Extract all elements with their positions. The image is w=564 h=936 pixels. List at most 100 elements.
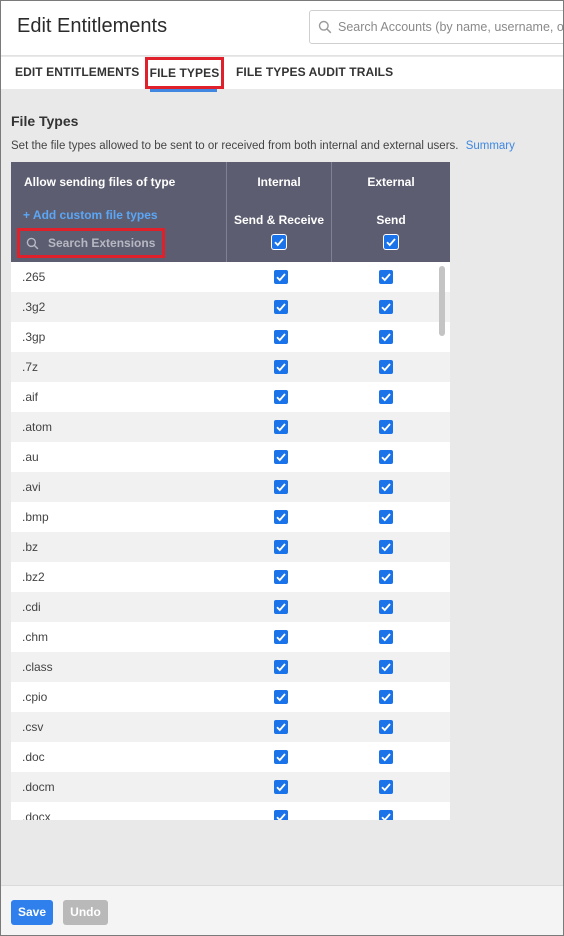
external-select-all-checkbox[interactable] bbox=[384, 235, 398, 249]
search-icon bbox=[318, 20, 332, 34]
table-row: .aif bbox=[11, 382, 450, 412]
search-icon bbox=[26, 237, 39, 249]
file-extension-label: .bz bbox=[22, 540, 39, 554]
internal-column-title: Internal bbox=[257, 175, 301, 189]
table-row: .class bbox=[11, 652, 450, 682]
external-send-checkbox[interactable] bbox=[379, 600, 393, 614]
save-button[interactable]: Save bbox=[11, 900, 53, 925]
file-extension-label: .cpio bbox=[22, 690, 48, 704]
internal-send-receive-checkbox[interactable] bbox=[274, 270, 288, 284]
table-header: Allow sending files of type + Add custom… bbox=[11, 162, 450, 262]
tab-file-types-audit-trails[interactable]: FILE TYPES AUDIT TRAILS bbox=[236, 57, 393, 89]
file-extension-label: .docm bbox=[22, 780, 55, 794]
external-send-checkbox[interactable] bbox=[379, 450, 393, 464]
internal-select-all-checkbox[interactable] bbox=[272, 235, 286, 249]
table-scrollbar[interactable] bbox=[439, 266, 445, 336]
page-header: Edit Entitlements Search Accounts (by na… bbox=[1, 1, 563, 56]
internal-send-receive-checkbox[interactable] bbox=[274, 330, 288, 344]
add-custom-file-types-link[interactable]: + Add custom file types bbox=[23, 208, 158, 222]
external-send-checkbox[interactable] bbox=[379, 690, 393, 704]
internal-send-receive-checkbox[interactable] bbox=[274, 390, 288, 404]
external-send-checkbox[interactable] bbox=[379, 300, 393, 314]
external-send-checkbox[interactable] bbox=[379, 480, 393, 494]
file-extension-label: .avi bbox=[22, 480, 41, 494]
external-send-checkbox[interactable] bbox=[379, 570, 393, 584]
internal-send-receive-checkbox[interactable] bbox=[274, 780, 288, 794]
file-extension-label: .aif bbox=[22, 390, 39, 404]
internal-send-receive-checkbox[interactable] bbox=[274, 510, 288, 524]
file-extension-label: .3g2 bbox=[22, 300, 46, 314]
section-description-text: Set the file types allowed to be sent to… bbox=[11, 140, 459, 152]
external-column-header: External Send bbox=[332, 162, 450, 262]
external-send-checkbox[interactable] bbox=[379, 510, 393, 524]
table-row: .3gp bbox=[11, 322, 450, 352]
external-column-subtitle: Send bbox=[376, 213, 406, 227]
summary-link[interactable]: Summary bbox=[466, 140, 515, 152]
external-send-checkbox[interactable] bbox=[379, 750, 393, 764]
file-extension-label: .265 bbox=[22, 270, 46, 284]
file-extension-label: .3gp bbox=[22, 330, 46, 344]
file-type-column-header: Allow sending files of type + Add custom… bbox=[11, 162, 226, 262]
external-column-title: External bbox=[367, 175, 415, 189]
table-row: .3g2 bbox=[11, 292, 450, 322]
file-extension-label: .docx bbox=[22, 810, 51, 820]
search-extensions-input[interactable]: Search Extensions bbox=[17, 228, 165, 258]
tab-edit-entitlements[interactable]: EDIT ENTITLEMENTS bbox=[15, 57, 139, 89]
file-extension-label: .class bbox=[22, 660, 53, 674]
tab-file-types-label: FILE TYPES bbox=[149, 66, 220, 80]
internal-send-receive-checkbox[interactable] bbox=[274, 720, 288, 734]
footer-bar: Save Undo bbox=[1, 885, 563, 935]
file-extension-label: .atom bbox=[22, 420, 53, 434]
section-description: Set the file types allowed to be sent to… bbox=[11, 140, 515, 152]
table-row: .cpio bbox=[11, 682, 450, 712]
internal-send-receive-checkbox[interactable] bbox=[274, 690, 288, 704]
table-row: .265 bbox=[11, 262, 450, 292]
external-send-checkbox[interactable] bbox=[379, 780, 393, 794]
external-send-checkbox[interactable] bbox=[379, 810, 393, 820]
account-search-placeholder: Search Accounts (by name, username, or e… bbox=[338, 20, 564, 34]
account-search-input[interactable]: Search Accounts (by name, username, or e… bbox=[309, 10, 564, 44]
internal-send-receive-checkbox[interactable] bbox=[274, 300, 288, 314]
external-send-checkbox[interactable] bbox=[379, 420, 393, 434]
file-types-table: Allow sending files of type + Add custom… bbox=[11, 162, 450, 820]
table-row: .bmp bbox=[11, 502, 450, 532]
external-send-checkbox[interactable] bbox=[379, 540, 393, 554]
search-extensions-placeholder: Search Extensions bbox=[48, 236, 156, 250]
page-title: Edit Entitlements bbox=[17, 15, 168, 37]
file-extension-label: .bz2 bbox=[22, 570, 45, 584]
table-row: .avi bbox=[11, 472, 450, 502]
table-row: .cdi bbox=[11, 592, 450, 622]
external-send-checkbox[interactable] bbox=[379, 660, 393, 674]
table-row: .atom bbox=[11, 412, 450, 442]
table-row: .au bbox=[11, 442, 450, 472]
internal-send-receive-checkbox[interactable] bbox=[274, 750, 288, 764]
internal-send-receive-checkbox[interactable] bbox=[274, 540, 288, 554]
internal-send-receive-checkbox[interactable] bbox=[274, 420, 288, 434]
table-row: .docm bbox=[11, 772, 450, 802]
internal-send-receive-checkbox[interactable] bbox=[274, 570, 288, 584]
table-row: .csv bbox=[11, 712, 450, 742]
internal-send-receive-checkbox[interactable] bbox=[274, 360, 288, 374]
external-send-checkbox[interactable] bbox=[379, 270, 393, 284]
undo-button[interactable]: Undo bbox=[63, 900, 108, 925]
external-send-checkbox[interactable] bbox=[379, 630, 393, 644]
table-row: .chm bbox=[11, 622, 450, 652]
external-send-checkbox[interactable] bbox=[379, 330, 393, 344]
table-body: .265 .3g2 .3gp .7z .aif .atom .au .avi .bmp .bz .b… bbox=[11, 262, 450, 820]
internal-send-receive-checkbox[interactable] bbox=[274, 450, 288, 464]
file-extension-label: .7z bbox=[22, 360, 39, 374]
internal-send-receive-checkbox[interactable] bbox=[274, 630, 288, 644]
tab-file-types[interactable]: FILE TYPES bbox=[145, 57, 224, 92]
external-send-checkbox[interactable] bbox=[379, 390, 393, 404]
external-send-checkbox[interactable] bbox=[379, 360, 393, 374]
internal-send-receive-checkbox[interactable] bbox=[274, 660, 288, 674]
file-extension-label: .csv bbox=[22, 720, 44, 734]
table-row: .doc bbox=[11, 742, 450, 772]
internal-send-receive-checkbox[interactable] bbox=[274, 480, 288, 494]
internal-send-receive-checkbox[interactable] bbox=[274, 810, 288, 820]
internal-send-receive-checkbox[interactable] bbox=[274, 600, 288, 614]
file-extension-label: .doc bbox=[22, 750, 45, 764]
external-send-checkbox[interactable] bbox=[379, 720, 393, 734]
file-extension-label: .cdi bbox=[22, 600, 41, 614]
table-row: .docx bbox=[11, 802, 450, 820]
